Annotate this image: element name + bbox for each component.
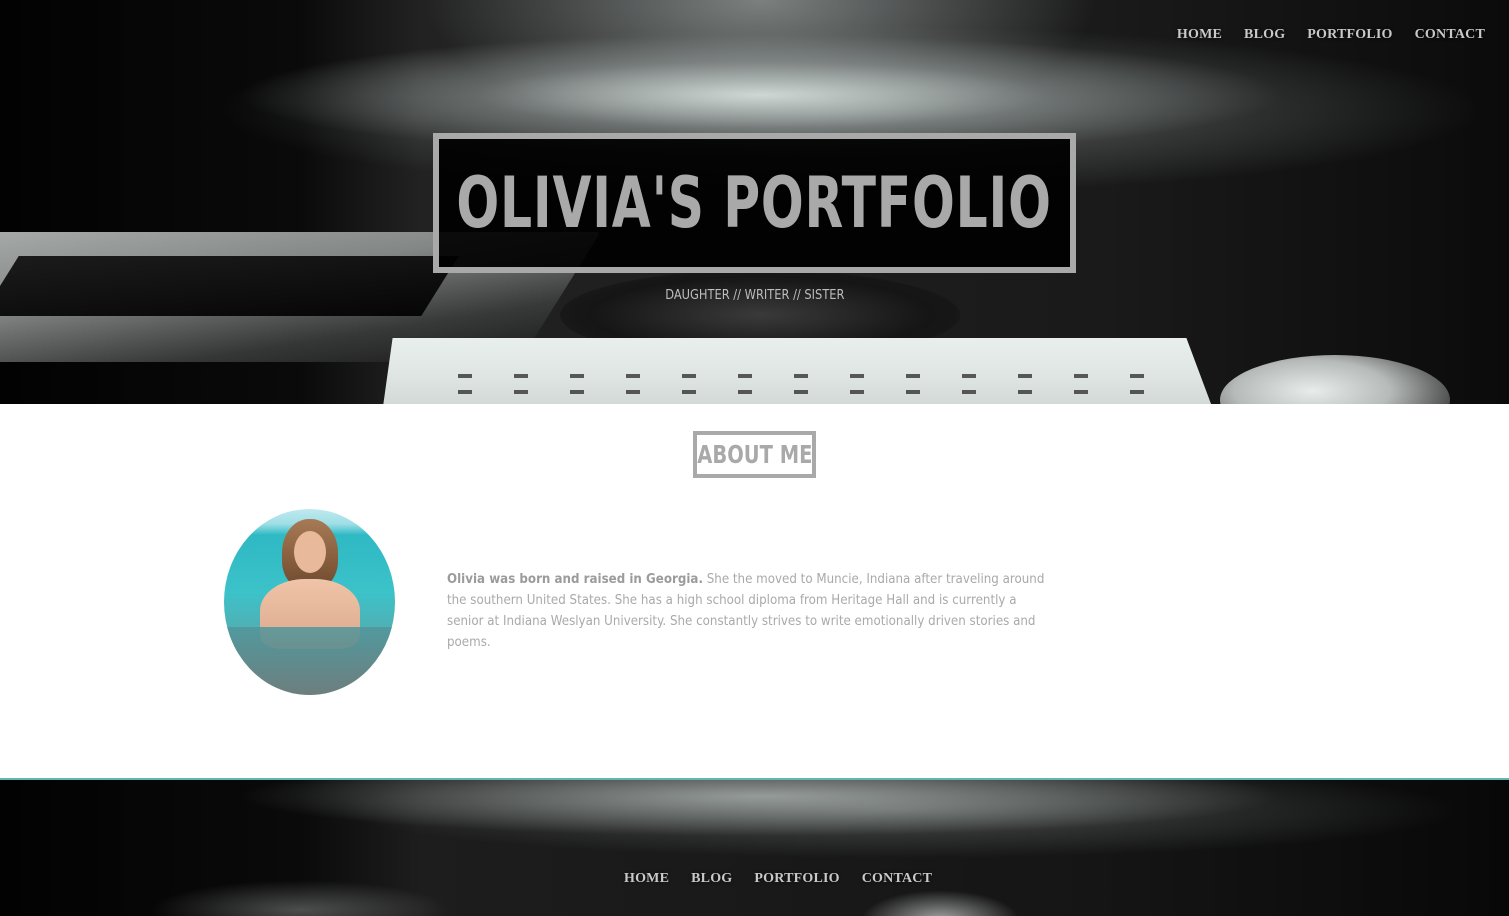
footer-home-link[interactable]: HOME [624, 871, 669, 887]
nav-home-link[interactable]: HOME [1177, 27, 1222, 43]
keyboard-keys-photo-element [420, 370, 1180, 404]
nav-portfolio-link[interactable]: PORTFOLIO [1307, 27, 1392, 43]
about-text: Olivia was born and raised in Georgia. S… [447, 569, 1087, 653]
tagline-text: DAUGHTER // WRITER // SISTER [664, 288, 845, 303]
footer-photo-element [150, 880, 450, 916]
nav-contact-link[interactable]: CONTACT [1415, 27, 1485, 43]
footer: HOME BLOG PORTFOLIO CONTACT [0, 778, 1509, 916]
tagline: DAUGHTER // WRITER // SISTER [0, 288, 1509, 303]
about-heading: ABOUT ME [696, 440, 813, 469]
nav-blog-link[interactable]: BLOG [1244, 27, 1285, 43]
laptop-screen-photo-element [0, 256, 459, 316]
site-title-box: OLIVIA'S PORTFOLIO [433, 133, 1076, 273]
about-intro-bold: Olivia was born and raised in Georgia. [447, 571, 703, 587]
about-heading-box: ABOUT ME [693, 431, 816, 478]
footer-navigation: HOME BLOG PORTFOLIO CONTACT [624, 871, 932, 887]
hero-banner: HOME BLOG PORTFOLIO CONTACT OLIVIA'S POR… [0, 0, 1509, 404]
about-paragraph: Olivia was born and raised in Georgia. S… [447, 569, 1054, 653]
top-navigation: HOME BLOG PORTFOLIO CONTACT [1177, 27, 1485, 43]
site-title: OLIVIA'S PORTFOLIO [456, 162, 1053, 244]
footer-contact-link[interactable]: CONTACT [862, 871, 932, 887]
footer-photo-element [860, 890, 1020, 916]
avatar-photo [224, 509, 395, 695]
footer-blog-link[interactable]: BLOG [691, 871, 732, 887]
mouse-photo-element [1220, 355, 1450, 404]
footer-portfolio-link[interactable]: PORTFOLIO [754, 871, 839, 887]
